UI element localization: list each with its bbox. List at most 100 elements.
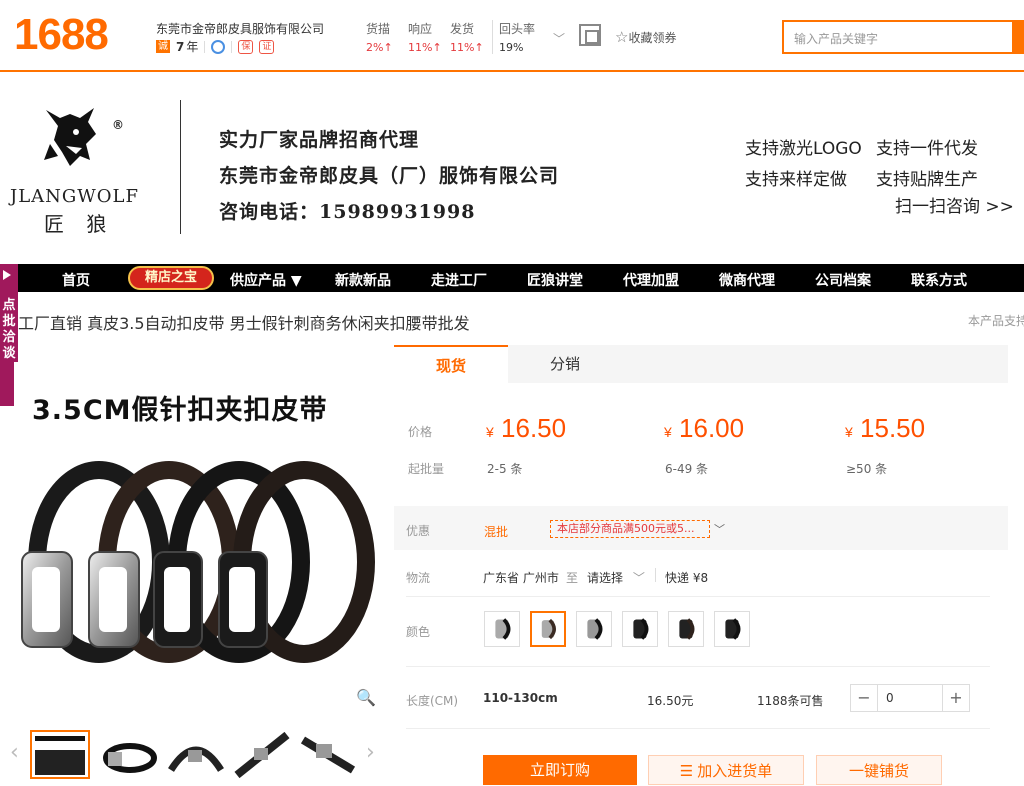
quantity-stepper: − 0 + bbox=[850, 684, 970, 712]
qty-tier-2: 6-49 条 bbox=[665, 462, 709, 476]
top-bar: 1688 东莞市金帝郎皮具服饰有限公司 诚 7年 保 证 货描 2%↑ 响应 11%… bbox=[0, 0, 1024, 72]
color-label: 颜色 bbox=[406, 625, 431, 639]
guarantee-icon[interactable]: 保 bbox=[238, 39, 254, 54]
nav-wechat[interactable]: 微商代理 bbox=[719, 270, 775, 290]
color-swatch-5[interactable] bbox=[668, 611, 704, 647]
chevron-down-icon[interactable]: ﹀ bbox=[553, 30, 565, 47]
registered-mark: ® bbox=[112, 118, 124, 132]
feature-laser-logo: 支持激光LOGO bbox=[745, 139, 862, 159]
purchase-tabs: 现货 分销 bbox=[394, 345, 1008, 383]
divider bbox=[406, 596, 990, 597]
zoom-icon[interactable]: 🔍 bbox=[356, 688, 380, 712]
divider bbox=[180, 100, 181, 234]
length-value: 110-130cm bbox=[483, 691, 558, 705]
metric-desc: 货描 2%↑ bbox=[366, 22, 393, 54]
price-label: 价格 bbox=[408, 425, 433, 439]
nav-contact[interactable]: 联系方式 bbox=[911, 270, 967, 290]
nav-special-badge[interactable]: 精店之宝 bbox=[128, 266, 214, 290]
certificate-icon[interactable]: 证 bbox=[259, 39, 275, 54]
nav-factory[interactable]: 走进工厂 bbox=[431, 270, 487, 290]
express-fee: 快递 ¥8 bbox=[665, 571, 709, 585]
divider bbox=[406, 728, 990, 729]
divider bbox=[406, 666, 990, 667]
price-tier-1: ¥ 16.50 bbox=[486, 413, 567, 443]
price-box: 价格 起批量 ¥ 16.50 2-5 条 ¥ 16.00 6-49 条 ¥ 15… bbox=[394, 385, 1008, 498]
one-click-listing-button[interactable]: 一键铺货 bbox=[816, 755, 942, 785]
length-price: 16.50元 bbox=[647, 694, 694, 708]
play-icon bbox=[3, 270, 11, 280]
nav-lecture[interactable]: 匠狼讲堂 bbox=[527, 270, 583, 290]
metric-response: 响应 11%↑ bbox=[408, 22, 442, 54]
wolf-logo-icon bbox=[44, 108, 96, 166]
chevron-right-icon[interactable]: › bbox=[366, 740, 375, 765]
plus-button[interactable]: + bbox=[943, 685, 969, 711]
chevron-down-icon[interactable]: ﹀ bbox=[714, 521, 725, 537]
years-badge-icon: 诚 bbox=[156, 40, 170, 53]
ship-destination-select[interactable]: 请选择 ﹀ bbox=[587, 569, 645, 586]
banner-line-3: 咨询电话：15989931998 bbox=[219, 201, 476, 223]
thumbnail-1[interactable] bbox=[30, 730, 90, 779]
logistics-label: 物流 bbox=[406, 571, 431, 585]
length-label: 长度(CM) bbox=[406, 694, 459, 708]
quantity-input[interactable]: 0 bbox=[877, 685, 943, 711]
minus-button[interactable]: − bbox=[851, 685, 877, 711]
divider bbox=[231, 40, 233, 53]
price-tier-2: ¥ 16.00 bbox=[664, 413, 745, 443]
buy-now-button[interactable]: 立即订购 bbox=[483, 755, 637, 785]
add-to-cart-button[interactable]: ☰ 加入进货单 bbox=[648, 755, 804, 785]
feature-oem: 支持贴牌生产 bbox=[876, 170, 978, 190]
tab-distribution[interactable]: 分销 bbox=[508, 345, 622, 383]
thumbnail-3[interactable] bbox=[166, 730, 226, 779]
shop-name[interactable]: 东莞市金帝郎皮具服饰有限公司 bbox=[156, 20, 324, 37]
metric-shipping: 发货 11%↑ bbox=[450, 22, 484, 54]
banner-line-1: 实力厂家品牌招商代理 bbox=[219, 129, 420, 151]
nav-home[interactable]: 首页 bbox=[62, 270, 90, 290]
brand-chinese: 匠 狼 bbox=[44, 212, 115, 236]
qty-tier-3: ≥50 条 bbox=[846, 462, 888, 476]
search-input[interactable]: 输入产品关键字 bbox=[782, 20, 1014, 54]
nav-new[interactable]: 新款新品 bbox=[335, 270, 391, 290]
shop-banner: ® JLANGWOLF 匠 狼 实力厂家品牌招商代理 东莞市金帝郎皮具（厂）服饰… bbox=[0, 80, 1024, 262]
image-title: 3.5CM假针扣夹扣皮带 bbox=[32, 395, 328, 426]
shop-metrics: 货描 2%↑ 响应 11%↑ 发货 11%↑ 回头率 19% bbox=[366, 20, 540, 54]
years-unit: 年 bbox=[186, 40, 199, 54]
favorite-button[interactable]: ☆收藏领券 bbox=[615, 28, 676, 46]
divider bbox=[655, 568, 656, 582]
thumbnail-strip: ‹ › bbox=[10, 730, 380, 779]
min-qty-label: 起批量 bbox=[408, 462, 445, 476]
color-swatch-1[interactable] bbox=[484, 611, 520, 647]
nav-agent[interactable]: 代理加盟 bbox=[623, 270, 679, 290]
promo-coupon[interactable]: 本店部分商品满500元或5... bbox=[550, 520, 710, 538]
search-button[interactable] bbox=[1012, 20, 1024, 54]
feature-custom: 支持来样定做 bbox=[745, 170, 847, 190]
thumbnail-5[interactable] bbox=[298, 730, 358, 779]
ship-to-word: 至 bbox=[566, 571, 579, 585]
metric-repeat: 回头率 19% bbox=[492, 20, 540, 54]
color-swatch-2[interactable] bbox=[530, 611, 566, 647]
shop-nav: 首页 精店之宝 供应产品 ▼ 新款新品 走进工厂 匠狼讲堂 代理加盟 微商代理 … bbox=[0, 264, 1024, 292]
color-swatch-3[interactable] bbox=[576, 611, 612, 647]
tab-in-stock[interactable]: 现货 bbox=[394, 345, 508, 383]
ship-from: 广东省 广州市 bbox=[483, 571, 559, 585]
nav-products[interactable]: 供应产品 ▼ bbox=[230, 270, 302, 290]
brand-english: JLANGWOLF bbox=[10, 186, 139, 207]
scan-consult-link[interactable]: 扫一扫咨询 >> bbox=[895, 192, 1014, 217]
price-tier-3: ¥ 15.50 bbox=[845, 413, 926, 443]
divider bbox=[204, 40, 206, 53]
feature-dropship: 支持一件代发 bbox=[876, 139, 978, 159]
years-value: 7 bbox=[176, 39, 185, 54]
color-swatch-6[interactable] bbox=[714, 611, 750, 647]
product-support-note: 本产品支持 bbox=[968, 314, 1024, 328]
product-title: 工厂直销 真皮3.5自动扣皮带 男士假针刺商务休闲夹扣腰带批发 bbox=[18, 314, 470, 333]
chevron-down-icon: ﹀ bbox=[632, 571, 645, 585]
site-logo[interactable]: 1688 bbox=[14, 10, 109, 60]
chevron-left-icon[interactable]: ‹ bbox=[10, 740, 19, 765]
star-icon: ☆ bbox=[615, 28, 629, 46]
thumbnail-4[interactable] bbox=[232, 730, 292, 779]
thumbnail-2[interactable] bbox=[100, 730, 160, 779]
nav-company[interactable]: 公司档案 bbox=[815, 270, 871, 290]
qr-code-icon[interactable] bbox=[579, 24, 601, 46]
verified-icon[interactable] bbox=[211, 39, 226, 54]
banner-line-2: 东莞市金帝郎皮具（厂）服饰有限公司 bbox=[219, 165, 560, 187]
color-swatch-4[interactable] bbox=[622, 611, 658, 647]
